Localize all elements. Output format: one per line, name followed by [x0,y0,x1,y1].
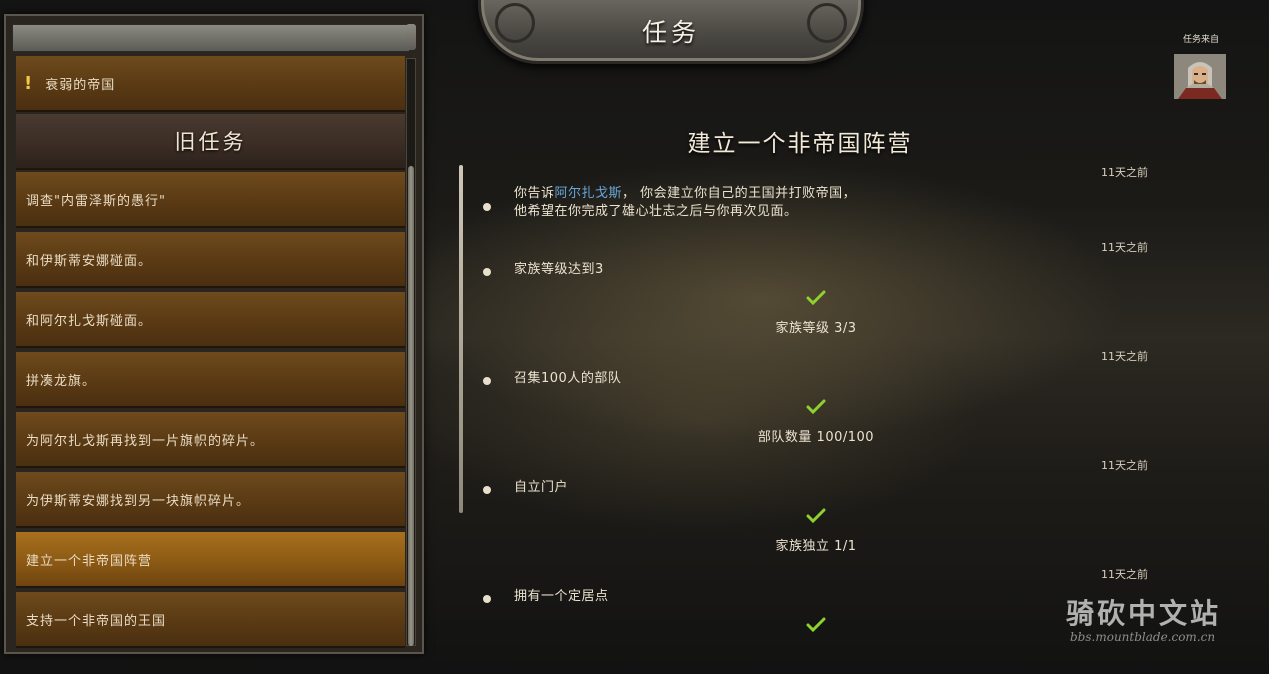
entry-text: 召集100人的部队 [514,371,622,386]
checkmark-icon [806,399,826,415]
entry-text: 自立门户 [514,480,569,495]
quest-item[interactable]: 调查"内雷泽斯的愚行" [16,172,405,228]
quest-list-panel: ! 衰弱的帝国 旧任务 调查"内雷泽斯的愚行" 和伊斯蒂安娜碰面。 和阿尔扎戈斯… [4,14,424,654]
knot-ornament-icon [807,3,847,43]
checkmark-icon [806,508,826,524]
npc-link[interactable]: 阿尔扎戈斯 [555,186,623,201]
quest-item-label: 支持一个非帝国的王国 [26,613,167,629]
watermark-url: bbs.mountblade.com.cn [1070,630,1216,644]
quest-item-label: 衰弱的帝国 [45,77,116,93]
objective-progress: 家族等级 3/3 [775,321,857,336]
quest-item-label: 为阿尔扎戈斯再找到一片旗帜的碎片。 [26,433,265,449]
entry-timestamp: 11天之前 [1101,350,1148,363]
entry-text: 拥有一个定居点 [514,589,609,604]
quest-item[interactable]: 支持一个非帝国的王国 [16,592,405,648]
entry-timestamp: 11天之前 [1101,459,1148,472]
checkmark-icon [806,617,826,633]
quest-item-label: 和阿尔扎戈斯碰面。 [26,313,153,329]
quest-item[interactable]: 为阿尔扎戈斯再找到一片旗帜的碎片。 [16,412,405,468]
quest-giver-portrait[interactable] [1174,54,1226,99]
exclamation-icon: ! [24,72,34,94]
timeline-bullet-icon [483,268,491,276]
objective-progress: 家族独立 1/1 [775,539,857,554]
entry-text-part: ， 你会建立你自己的王国并打败帝国， [622,186,857,201]
entry-text: 你告诉阿尔扎戈斯， 你会建立你自己的王国并打败帝国， 他希望在你完成了雄心壮志之… [514,185,944,221]
old-quests-header: 旧任务 [16,114,405,170]
timeline-scrollbar[interactable] [459,165,463,513]
entry-timestamp: 11天之前 [1101,568,1148,581]
quest-item-label: 拼凑龙旗。 [26,373,97,389]
quest-item-active[interactable]: ! 衰弱的帝国 [16,56,405,112]
quest-item[interactable]: 拼凑龙旗。 [16,352,405,408]
quest-list-topbar [12,24,410,52]
entry-timestamp: 11天之前 [1101,166,1148,179]
quest-item[interactable]: 和阿尔扎戈斯碰面。 [16,292,405,348]
timeline-bullet-icon [483,203,491,211]
quest-item[interactable]: 为伊斯蒂安娜找到另一块旗帜碎片。 [16,472,405,528]
watermark-logo: 骑砍中文站 [1066,597,1222,630]
entry-text-part: 你告诉 [514,186,555,201]
page-title: 任务 [641,18,700,47]
quest-detail-title: 建立一个非帝国阵营 [687,131,913,157]
scrollbar-top-cap[interactable] [406,24,416,50]
knot-ornament-icon [495,3,535,43]
quest-item-label: 调查"内雷泽斯的愚行" [26,193,166,209]
old-quests-header-label: 旧任务 [174,130,247,154]
quest-item-label: 和伊斯蒂安娜碰面。 [26,253,153,269]
quest-item[interactable]: 和伊斯蒂安娜碰面。 [16,232,405,288]
quest-item-label: 建立一个非帝国阵营 [26,553,153,569]
entry-timestamp: 11天之前 [1101,241,1148,254]
objective-progress: 部队数量 100/100 [757,430,875,445]
entry-text: 家族等级达到3 [514,262,604,277]
quest-item-selected[interactable]: 建立一个非帝国阵营 [16,532,405,588]
entry-text-part: 他希望在你完成了雄心壮志之后与你再次见面。 [514,204,798,219]
timeline-bullet-icon [483,486,491,494]
quest-item-label: 为伊斯蒂安娜找到另一块旗帜碎片。 [26,493,251,509]
knight-portrait-icon [1174,54,1226,99]
timeline-bullet-icon [483,377,491,385]
scrollbar-thumb[interactable] [408,166,414,646]
quest-giver-label: 任务来自 [1182,35,1219,45]
page-title-plaque: 任务 [478,0,864,64]
checkmark-icon [806,290,826,306]
timeline-bullet-icon [483,595,491,603]
